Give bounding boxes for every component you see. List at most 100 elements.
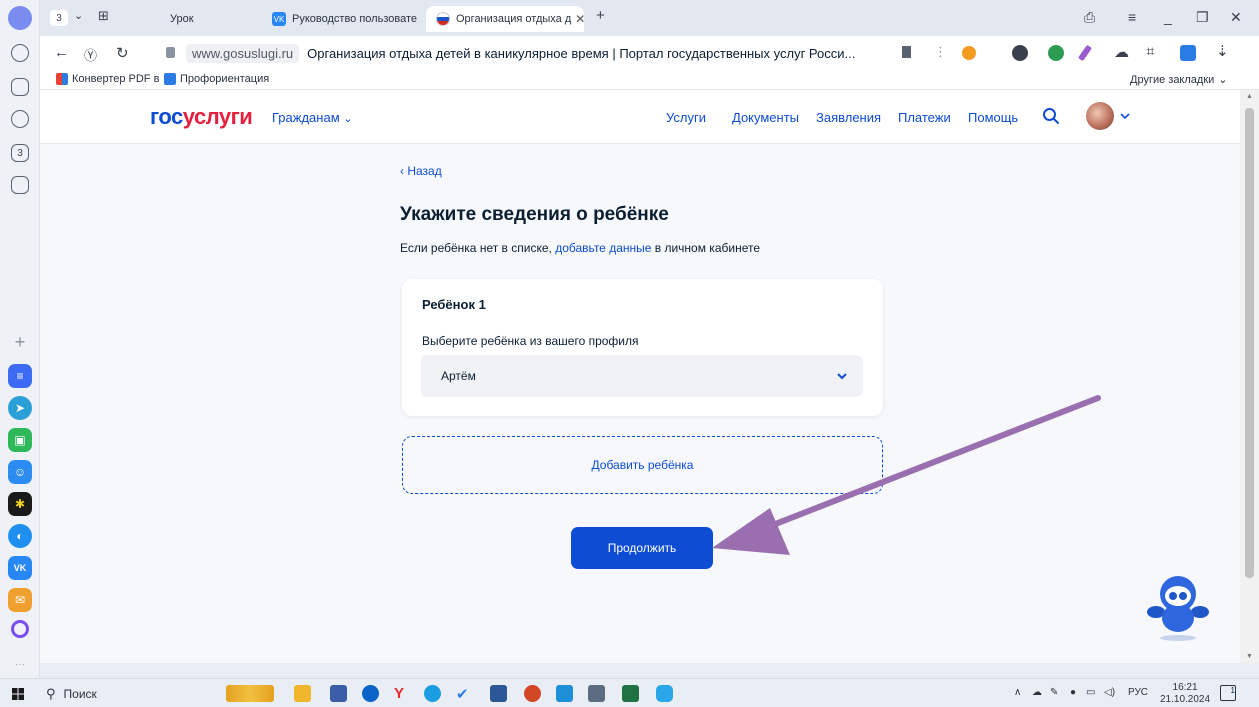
continue-button[interactable]: Продолжить <box>571 527 713 569</box>
sound-ext-icon[interactable] <box>962 46 976 60</box>
nav-documents[interactable]: Документы <box>732 110 799 125</box>
word-icon[interactable] <box>490 685 507 702</box>
bookmark-icon[interactable] <box>902 46 911 58</box>
notes-app-icon[interactable]: ≡ <box>8 364 32 388</box>
lock-icon[interactable] <box>166 47 175 58</box>
nav-applications[interactable]: Заявления <box>816 110 881 125</box>
tab-user-guide[interactable]: VK Руководство пользовате <box>262 6 422 32</box>
scroll-up-icon[interactable]: ▲ <box>1246 93 1253 100</box>
child-select[interactable]: Артём <box>421 355 863 397</box>
search-icon: ⚲ <box>46 686 56 701</box>
chevron-down-icon[interactable] <box>1120 112 1130 120</box>
restore-icon[interactable]: ❐ <box>1196 9 1209 26</box>
yandex-icon[interactable]: Ⓨ <box>84 45 97 64</box>
doc-ext-icon[interactable] <box>1180 45 1196 61</box>
screenshot-icon[interactable] <box>11 176 29 194</box>
messenger-icon[interactable]: ▣ <box>8 428 32 452</box>
edge-icon[interactable] <box>424 685 441 702</box>
taskbar-search[interactable]: ⚲ Поиск <box>46 683 194 705</box>
citizens-menu[interactable]: Гражданам ⌄ <box>272 110 352 125</box>
page-viewport: госуслуги Гражданам ⌄ Услуги Документы З… <box>40 90 1240 663</box>
history-icon[interactable] <box>11 44 29 62</box>
vk-icon[interactable]: VK <box>8 556 32 580</box>
bulb-ext-icon[interactable] <box>1012 45 1028 61</box>
close-window-icon[interactable]: ✕ <box>1230 9 1242 26</box>
file-explorer-icon[interactable] <box>294 685 311 702</box>
clock[interactable]: 16:21 21.10.2024 <box>1160 682 1210 706</box>
add-child-button[interactable]: Добавить ребёнка <box>402 436 883 494</box>
tabs-counter-icon[interactable]: 3 <box>11 144 29 162</box>
pen-tray-icon[interactable]: ✎ <box>1050 687 1058 698</box>
chevron-down-icon: ⌄ <box>343 113 353 125</box>
nav-help[interactable]: Помощь <box>968 110 1018 125</box>
nav-payments[interactable]: Платежи <box>898 110 951 125</box>
mic-icon[interactable]: ● <box>1070 687 1076 698</box>
chat-app-icon[interactable]: ☺ <box>8 460 32 484</box>
reload-icon[interactable]: ↻ <box>116 44 129 62</box>
bookmark-pdf[interactable]: Конвертер PDF в <box>56 73 159 85</box>
onedrive-icon[interactable]: ☁ <box>1032 687 1042 698</box>
bookmark-career[interactable]: Профориентация <box>164 73 269 85</box>
page-scrollbar[interactable]: ▲ ▼ <box>1240 90 1259 663</box>
store-icon[interactable] <box>330 685 347 702</box>
minimize-icon[interactable]: _ <box>1164 9 1172 25</box>
add-data-link[interactable]: добавьте данные <box>555 241 651 255</box>
add-panel-icon[interactable]: + <box>8 330 32 354</box>
avatar[interactable] <box>1086 102 1114 130</box>
new-tab-icon[interactable]: + <box>596 7 605 24</box>
shield-ext-icon[interactable] <box>1048 45 1064 61</box>
excel-icon[interactable] <box>622 685 639 702</box>
tag-icon[interactable]: ⌗ <box>1146 43 1154 60</box>
collections-icon[interactable] <box>11 78 29 96</box>
nav-services[interactable]: Услуги <box>666 110 706 125</box>
language-indicator[interactable]: РУС <box>1128 687 1148 698</box>
tab-organization-active[interactable]: Организация отдыха д ✕ <box>426 6 584 32</box>
tab-list-chevron-icon[interactable]: ⌄ <box>74 9 83 22</box>
tab-counter[interactable]: 3 <box>50 10 68 26</box>
back-link[interactable]: ‹ Назад <box>400 164 442 178</box>
robot-assistant-icon[interactable] <box>1146 570 1210 642</box>
calendar-icon[interactable] <box>556 685 573 702</box>
back-icon[interactable]: ← <box>54 44 69 61</box>
other-bookmarks[interactable]: Другие закладки ⌄ <box>1130 73 1228 87</box>
cloud-icon[interactable]: ☁ <box>1114 43 1129 61</box>
search-icon[interactable] <box>1042 107 1060 125</box>
messenger-taskbar-icon[interactable] <box>656 685 673 702</box>
profile-icon[interactable] <box>8 6 32 30</box>
scroll-down-icon[interactable]: ▼ <box>1246 653 1253 660</box>
tab-lesson[interactable]: Урок <box>160 6 256 32</box>
mail-icon[interactable]: ✉ <box>8 588 32 612</box>
kebab-icon[interactable]: ⋮ <box>934 44 947 60</box>
scroll-thumb[interactable] <box>1245 108 1254 578</box>
page-subtitle: Если ребёнка нет в списке, добавьте данн… <box>400 241 761 255</box>
url-field[interactable]: www.gosuslugi.ru Организация отдыха дете… <box>186 42 906 64</box>
todo-icon[interactable]: ✔ <box>456 685 473 703</box>
bookmarks-bar: Конвертер PDF в Профориентация Другие за… <box>40 70 1259 90</box>
yandex-browser-icon[interactable]: Y <box>394 685 411 702</box>
windows-start-icon[interactable] <box>12 688 24 700</box>
browser-app-icon[interactable]: ◐ <box>8 524 32 548</box>
menu-icon[interactable]: ≡ <box>1128 9 1136 25</box>
widgets-icon[interactable] <box>226 685 274 702</box>
pen-ext-icon[interactable] <box>1077 44 1093 62</box>
more-icon[interactable]: ··· <box>8 652 32 676</box>
chevron-down-icon <box>837 373 847 380</box>
download-icon[interactable]: ⇣ <box>1216 42 1229 60</box>
alice-icon[interactable] <box>11 620 29 638</box>
volume-icon[interactable]: ◁) <box>1104 687 1115 698</box>
calculator-icon[interactable] <box>588 685 605 702</box>
child-card: Ребёнок 1 Выберите ребёнка из вашего про… <box>402 279 883 416</box>
outlook-icon[interactable] <box>362 685 379 702</box>
notifications-icon[interactable]: 1 <box>1220 685 1236 701</box>
powerpoint-icon[interactable] <box>524 685 541 702</box>
assistant-app-icon[interactable]: ✱ <box>8 492 32 516</box>
gosuslugi-logo[interactable]: госуслуги <box>150 104 253 130</box>
tray-chevron-icon[interactable]: ∧ <box>1014 687 1021 698</box>
bookmark-panel-icon[interactable]: ⎙ <box>1084 9 1095 26</box>
tab-groups-icon[interactable]: ⊞ <box>98 8 109 24</box>
close-tab-icon[interactable]: ✕ <box>575 12 584 26</box>
telegram-icon[interactable]: ➤ <box>8 396 32 420</box>
play-icon[interactable] <box>11 110 29 128</box>
battery-icon[interactable]: ▭ <box>1086 687 1095 698</box>
career-favicon-icon <box>164 73 176 85</box>
